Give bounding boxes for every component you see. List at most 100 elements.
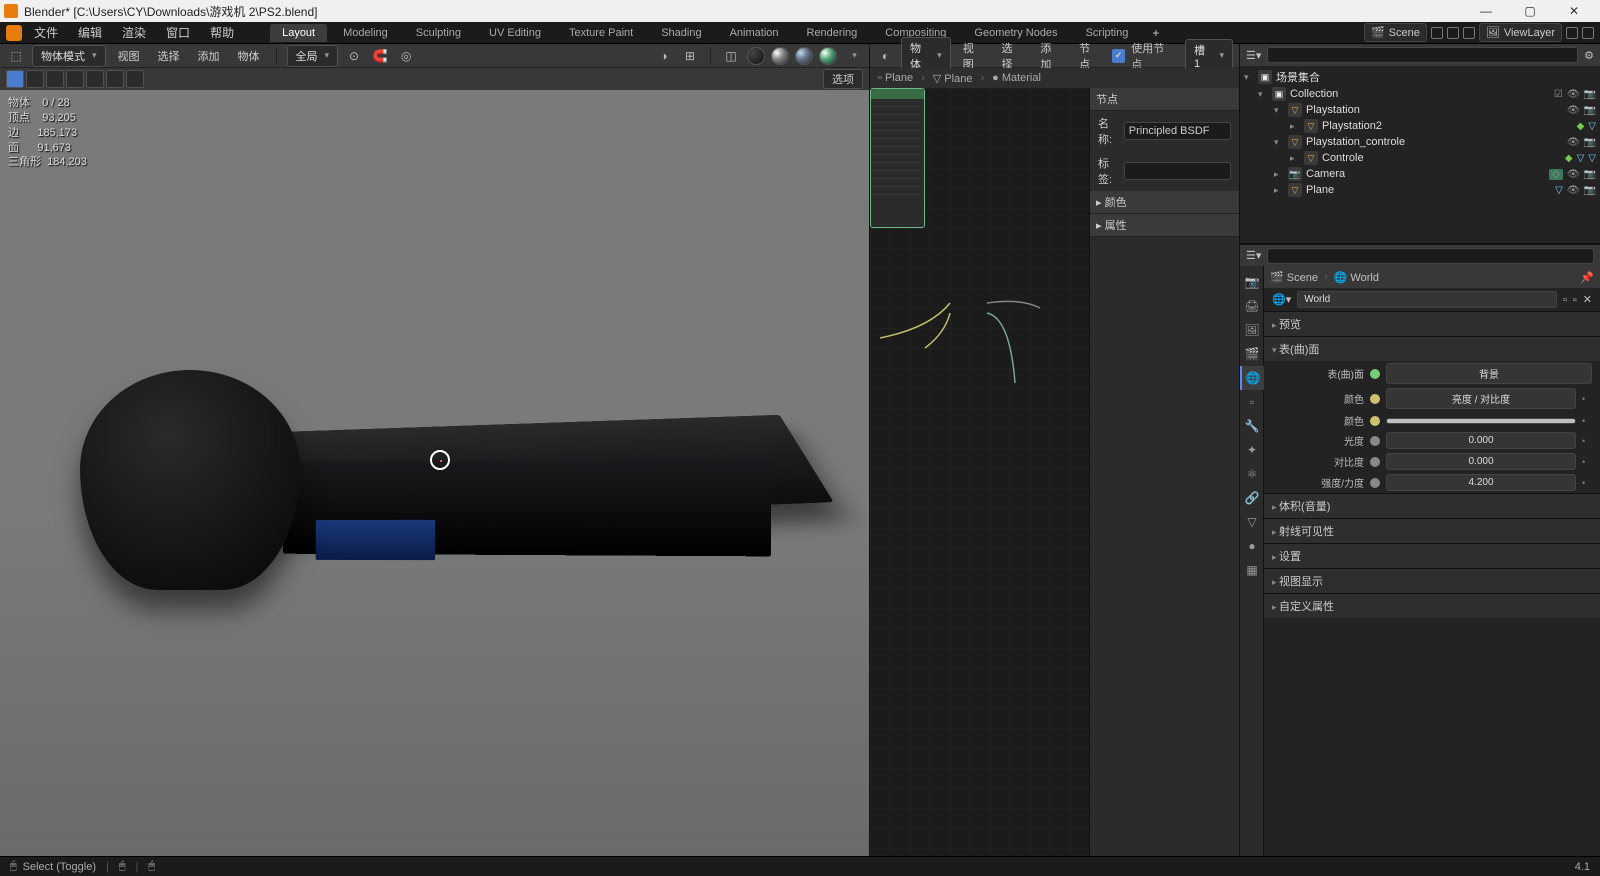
contrast-input[interactable]: 0.000 xyxy=(1386,453,1576,470)
prop-tab-viewlayer[interactable]: 🖼 xyxy=(1240,318,1264,342)
properties-search-input[interactable] xyxy=(1267,248,1594,264)
workspace-tab-animation[interactable]: Animation xyxy=(718,24,791,42)
viewlayer-selector[interactable]: 🖼 ViewLayer xyxy=(1479,23,1562,42)
xray-icon[interactable]: ◫ xyxy=(721,46,741,66)
minimize-button[interactable]: — xyxy=(1464,0,1508,22)
panel-ray-visibility[interactable]: 射线可见性 xyxy=(1264,518,1600,543)
node-props-panel[interactable]: ▸ 属性 xyxy=(1090,214,1239,237)
node-editor-type-icon[interactable]: ◐ xyxy=(876,46,895,66)
world-color-node[interactable]: 亮度 / 对比度 xyxy=(1386,388,1576,409)
viewport-menu-view[interactable]: 视图 xyxy=(112,46,146,66)
prop-tab-texture[interactable]: ▦ xyxy=(1240,558,1264,582)
select-circle-icon[interactable] xyxy=(46,70,64,88)
prop-bc-world[interactable]: 🌐 World xyxy=(1334,271,1379,284)
viewport-menu-select[interactable]: 选择 xyxy=(152,46,186,66)
shading-solid-icon[interactable] xyxy=(771,47,789,65)
world-new-icon[interactable]: ▫ xyxy=(1563,294,1567,306)
outliner-item-plane[interactable]: ▸▽ Plane ▽👁📷 xyxy=(1240,182,1600,198)
viewlayer-delete-button[interactable] xyxy=(1582,27,1594,39)
principled-bsdf-node[interactable] xyxy=(870,88,925,228)
shading-wireframe-icon[interactable] xyxy=(747,47,765,65)
use-nodes-checkbox[interactable]: ✓ xyxy=(1112,49,1125,63)
outliner-item-controle[interactable]: ▸▽ Controle ◆▽▽ xyxy=(1240,150,1600,166)
outliner-item-camera[interactable]: ▸📷 Camera ◇👁📷 xyxy=(1240,166,1600,182)
select-box-icon[interactable] xyxy=(26,70,44,88)
panel-settings[interactable]: 设置 xyxy=(1264,543,1600,568)
world-datablock-icon[interactable]: 🌐▾ xyxy=(1272,293,1291,306)
overlay-visibility-icon[interactable]: ⊞ xyxy=(680,46,700,66)
viewport-menu-add[interactable]: 添加 xyxy=(192,46,226,66)
menu-edit[interactable]: 编辑 xyxy=(70,22,110,43)
shading-material-icon[interactable] xyxy=(795,47,813,65)
prop-tab-render[interactable]: 📷 xyxy=(1240,270,1264,294)
panel-custom-props[interactable]: 自定义属性 xyxy=(1264,593,1600,618)
select-lasso-icon[interactable] xyxy=(66,70,84,88)
prop-pin-icon[interactable]: 📌 xyxy=(1580,271,1594,284)
strength-input[interactable]: 4.200 xyxy=(1386,474,1576,491)
outliner-collection[interactable]: ▾▣ Collection ☑👁📷 xyxy=(1240,86,1600,102)
brightness-input[interactable]: 0.000 xyxy=(1386,432,1576,449)
viewport-options-dropdown[interactable]: 选项 xyxy=(823,69,863,89)
node-canvas[interactable]: 节点 名称: 标签: ▸ 颜色 ▸ 属性 xyxy=(870,88,1239,858)
move-tool-icon[interactable] xyxy=(86,70,104,88)
prop-tab-world[interactable]: 🌐 xyxy=(1240,366,1264,390)
pivot-icon[interactable]: ⊙ xyxy=(344,46,364,66)
prop-tab-constraints[interactable]: 🔗 xyxy=(1240,486,1264,510)
workspace-tab-modeling[interactable]: Modeling xyxy=(331,24,400,42)
workspace-tab-layout[interactable]: Layout xyxy=(270,24,327,42)
scene-copy-button[interactable] xyxy=(1447,27,1459,39)
outliner-filter-icon[interactable]: ⚙ xyxy=(1584,49,1594,62)
bc-color-swatch[interactable] xyxy=(1386,418,1576,424)
viewport-menu-object[interactable]: 物体 xyxy=(232,46,266,66)
panel-surface[interactable]: 表(曲)面 xyxy=(1264,336,1600,361)
outliner-scene-collection[interactable]: ▾▣ 场景集合 xyxy=(1240,68,1600,86)
scene-new-button[interactable] xyxy=(1431,27,1443,39)
prop-bc-scene[interactable]: 🎬 Scene xyxy=(1270,271,1318,284)
menu-help[interactable]: 帮助 xyxy=(202,22,242,43)
blender-icon[interactable] xyxy=(6,25,22,41)
node-sidebar-tab[interactable]: 节点 xyxy=(1090,88,1239,111)
scale-tool-icon[interactable] xyxy=(126,70,144,88)
proportional-icon[interactable]: ◎ xyxy=(396,46,416,66)
workspace-tab-sculpting[interactable]: Sculpting xyxy=(404,24,473,42)
scene-delete-button[interactable] xyxy=(1463,27,1475,39)
breadcrumb-object[interactable]: ▫ Plane xyxy=(878,72,913,84)
prop-tab-material[interactable]: ● xyxy=(1240,534,1264,558)
surface-shader-value[interactable]: 背景 xyxy=(1386,363,1592,384)
panel-viewport-display[interactable]: 视图显示 xyxy=(1264,568,1600,593)
gizmo-visibility-icon[interactable]: ◑ xyxy=(654,46,674,66)
outliner-item-playstation2[interactable]: ▸▽ Playstation2 ◆▽ xyxy=(1240,118,1600,134)
prop-tab-data[interactable]: ▽ xyxy=(1240,510,1264,534)
props-display-icon[interactable]: ☰▾ xyxy=(1246,249,1261,262)
workspace-tab-rendering[interactable]: Rendering xyxy=(795,24,870,42)
outliner-tree[interactable]: ▾▣ 场景集合 ▾▣ Collection ☑👁📷 ▾▽ Playstation… xyxy=(1240,66,1600,243)
outliner-mode-icon[interactable]: ☰▾ xyxy=(1246,49,1261,62)
viewport-3d[interactable]: 物体 0 / 28 顶点 93,205 边 185,173 面 91,673 三… xyxy=(0,90,869,858)
world-selector[interactable]: World xyxy=(1297,291,1557,308)
world-delete-icon[interactable]: ✕ xyxy=(1583,293,1592,306)
orientation-selector[interactable]: 全局 xyxy=(287,45,339,67)
world-copy-icon[interactable]: ▫ xyxy=(1573,294,1577,306)
maximize-button[interactable]: ▢ xyxy=(1508,0,1552,22)
prop-tab-particles[interactable]: ✦ xyxy=(1240,438,1264,462)
mode-selector[interactable]: 物体模式 xyxy=(32,45,106,67)
breadcrumb-material[interactable]: ● Material xyxy=(992,72,1041,84)
close-button[interactable]: ✕ xyxy=(1552,0,1596,22)
breadcrumb-mesh[interactable]: ▽ Plane xyxy=(933,72,973,85)
panel-volume[interactable]: 体积(音量) xyxy=(1264,493,1600,518)
panel-preview[interactable]: 预览 xyxy=(1264,311,1600,336)
rotate-tool-icon[interactable] xyxy=(106,70,124,88)
outliner-search-input[interactable] xyxy=(1267,47,1578,63)
shading-options-icon[interactable] xyxy=(843,46,863,66)
editor-type-icon[interactable]: ⬚ xyxy=(6,46,26,66)
cursor-tool-icon[interactable] xyxy=(6,70,24,88)
menu-file[interactable]: 文件 xyxy=(26,22,66,43)
scene-selector[interactable]: 🎬 Scene xyxy=(1364,23,1427,42)
prop-tab-scene[interactable]: 🎬 xyxy=(1240,342,1264,366)
node-label-input[interactable] xyxy=(1124,162,1231,180)
outliner-item-playstation[interactable]: ▾▽ Playstation 👁📷 xyxy=(1240,102,1600,118)
shading-rendered-icon[interactable] xyxy=(819,47,837,65)
snap-icon[interactable]: 🧲 xyxy=(370,46,390,66)
outliner-item-controller[interactable]: ▾▽ Playstation_controle 👁📷 xyxy=(1240,134,1600,150)
prop-tab-physics[interactable]: ⚛ xyxy=(1240,462,1264,486)
